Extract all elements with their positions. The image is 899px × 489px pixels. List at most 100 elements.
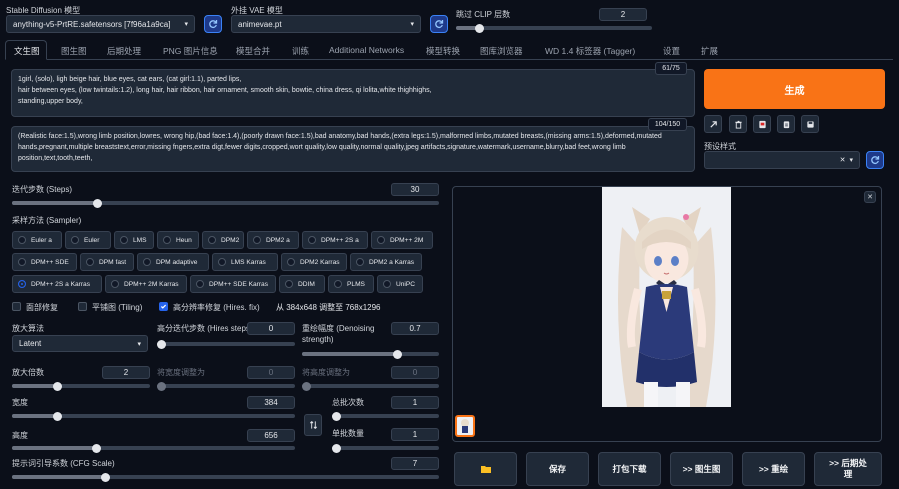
zip-download-button[interactable]: 打包下载: [598, 452, 661, 486]
sampler-option[interactable]: DPM adaptive: [137, 253, 209, 271]
save-icon: [806, 120, 814, 128]
close-icon[interactable]: ✕: [840, 156, 846, 164]
refresh-styles-button[interactable]: [866, 151, 884, 169]
slider-fill: [12, 384, 58, 388]
tab-additional-networks[interactable]: Additional Networks: [329, 45, 404, 55]
tab-train[interactable]: 训练: [292, 45, 309, 57]
slider-thumb[interactable]: [53, 381, 63, 391]
tiling-checkbox[interactable]: [78, 302, 87, 311]
apply-style-button[interactable]: [777, 115, 795, 133]
slider-thumb[interactable]: [157, 339, 166, 349]
save-button[interactable]: 保存: [526, 452, 589, 486]
refresh-vae-button[interactable]: [430, 15, 448, 33]
sampler-option[interactable]: DPM2 a: [247, 231, 299, 249]
slider-thumb[interactable]: [393, 349, 403, 359]
negative-prompt-textarea[interactable]: (Realistic face:1.5),wrong limb position…: [11, 126, 695, 172]
tab-png-info[interactable]: PNG 图片信息: [163, 45, 218, 57]
sampler-option[interactable]: DDIM: [279, 275, 325, 293]
styles-select[interactable]: ✕ ▾: [704, 151, 860, 169]
sampler-option[interactable]: UniPC: [377, 275, 423, 293]
send-to-img2img-button[interactable]: >> 图生图: [670, 452, 733, 486]
batch-size-value[interactable]: 1: [391, 428, 439, 441]
save-style-button[interactable]: [801, 115, 819, 133]
sampler-option[interactable]: Euler a: [12, 231, 62, 249]
cfg-value[interactable]: 7: [391, 457, 439, 470]
resize-height-value[interactable]: 0: [391, 366, 439, 379]
sampler-option[interactable]: DPM++ 2M Karras: [105, 275, 187, 293]
tab-extensions[interactable]: 扩展: [701, 45, 718, 57]
gallery-thumbnail[interactable]: [455, 415, 475, 437]
cfg-slider[interactable]: [12, 472, 439, 482]
batch-count-value[interactable]: 1: [391, 396, 439, 409]
upscaler-select[interactable]: Latent ▾: [12, 335, 148, 352]
refresh-model-button[interactable]: [204, 15, 222, 33]
resize-width-slider[interactable]: [157, 381, 295, 391]
clear-prompt-button[interactable]: [729, 115, 747, 133]
steps-slider[interactable]: [12, 198, 439, 208]
tab-image-browser[interactable]: 图库浏览器: [480, 45, 523, 57]
slider-thumb[interactable]: [332, 443, 341, 453]
sampler-option[interactable]: DPM fast: [80, 253, 134, 271]
sampler-option-selected[interactable]: DPM++ 2S a Karras: [12, 275, 102, 293]
upscale-by-slider[interactable]: [12, 381, 150, 391]
slider-thumb[interactable]: [92, 443, 102, 453]
clip-skip-slider[interactable]: [456, 23, 652, 33]
generated-image[interactable]: [602, 187, 731, 407]
denoise-value[interactable]: 0.7: [391, 322, 439, 335]
clip-skip-value[interactable]: 2: [599, 8, 647, 21]
hires-steps-value[interactable]: 0: [247, 322, 295, 335]
tab-extras[interactable]: 后期处理: [107, 45, 141, 57]
slider-thumb[interactable]: [157, 381, 166, 391]
resize-height-slider[interactable]: [302, 381, 439, 391]
generate-button[interactable]: 生成: [704, 69, 885, 109]
vae-select[interactable]: animevae.pt ▾: [231, 15, 421, 33]
batch-count-slider[interactable]: [332, 411, 439, 421]
prompt-textarea[interactable]: 1girl, (solo), ligh beige hair, blue eye…: [11, 69, 695, 117]
slider-thumb[interactable]: [52, 411, 62, 421]
swap-dimensions-button[interactable]: [304, 414, 322, 436]
sampler-option[interactable]: DPM++ 2S a: [302, 231, 368, 249]
width-slider[interactable]: [12, 411, 295, 421]
sampler-option[interactable]: PLMS: [328, 275, 374, 293]
slider-thumb[interactable]: [302, 381, 311, 391]
read-params-button[interactable]: [704, 115, 722, 133]
tab-settings[interactable]: 设置: [663, 45, 680, 57]
sampler-option[interactable]: LMS Karras: [212, 253, 278, 271]
tab-model-converter[interactable]: 模型转换: [426, 45, 460, 57]
height-value[interactable]: 656: [247, 429, 295, 442]
sampler-option[interactable]: DPM++ 2M: [371, 231, 433, 249]
denoise-slider[interactable]: [302, 349, 439, 359]
batch-size-slider[interactable]: [332, 443, 439, 453]
hires-fix-checkbox[interactable]: [159, 302, 168, 311]
model-select[interactable]: anything-v5-PrtRE.safetensors [7f96a1a9c…: [6, 15, 195, 33]
sampler-option[interactable]: DPM++ SDE Karras: [190, 275, 276, 293]
tab-img2img[interactable]: 图生图: [61, 45, 87, 57]
clipboard-icon: [783, 120, 789, 128]
open-folder-button[interactable]: [454, 452, 517, 486]
extra-networks-button[interactable]: [753, 115, 771, 133]
sampler-option[interactable]: Heun: [157, 231, 199, 249]
sampler-option[interactable]: DPM2 a Karras: [350, 253, 422, 271]
resize-width-value[interactable]: 0: [247, 366, 295, 379]
send-to-inpaint-button[interactable]: >> 重绘: [742, 452, 805, 486]
sampler-option[interactable]: DPM2 Karras: [281, 253, 347, 271]
slider-thumb[interactable]: [101, 472, 111, 482]
steps-value[interactable]: 30: [391, 183, 439, 196]
tab-txt2img[interactable]: 文生图: [14, 45, 40, 57]
height-slider[interactable]: [12, 443, 295, 453]
sampler-option[interactable]: Euler: [65, 231, 111, 249]
tab-checkpoint-merger[interactable]: 模型合并: [236, 45, 270, 57]
tab-tagger[interactable]: WD 1.4 标签器 (Tagger): [545, 45, 635, 57]
sampler-option[interactable]: DPM++ SDE: [12, 253, 77, 271]
close-icon[interactable]: ✕: [864, 191, 876, 203]
slider-thumb[interactable]: [332, 411, 341, 421]
restore-faces-checkbox[interactable]: [12, 302, 21, 311]
hires-steps-slider[interactable]: [157, 339, 295, 349]
slider-thumb[interactable]: [92, 198, 102, 208]
sampler-option[interactable]: DPM2: [202, 231, 244, 249]
sampler-option[interactable]: LMS: [114, 231, 154, 249]
slider-thumb[interactable]: [475, 23, 485, 33]
width-value[interactable]: 384: [247, 396, 295, 409]
upscale-by-value[interactable]: 2: [102, 366, 150, 379]
send-to-extras-button[interactable]: >> 后期处理: [814, 452, 882, 486]
